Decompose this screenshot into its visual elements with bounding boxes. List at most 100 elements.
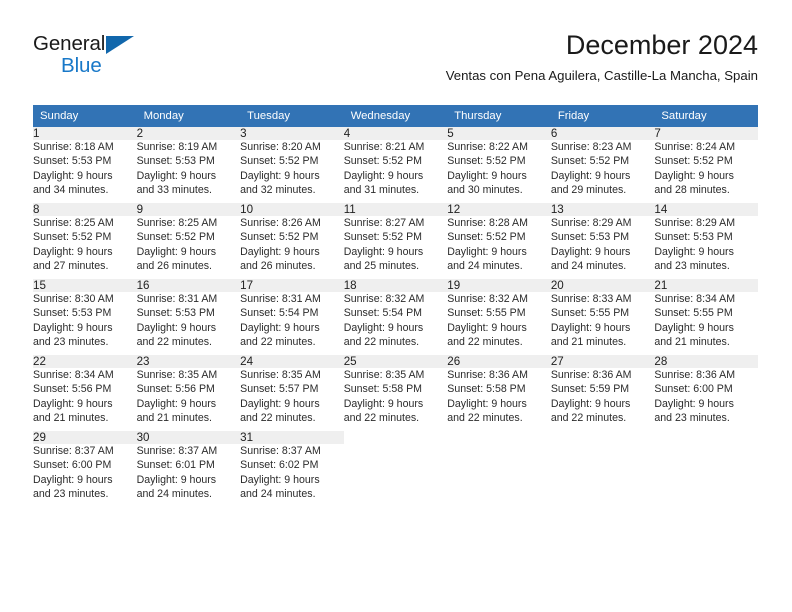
day-number[interactable]: 14 [654, 203, 758, 216]
day-number[interactable]: 13 [550, 203, 655, 216]
daylight-text-line2: and 22 minutes. [550, 411, 627, 424]
daylight-text-line2: and 23 minutes. [654, 259, 730, 272]
sunrise-text: Sunrise: 8:25 AM [33, 217, 114, 229]
day-number[interactable]: 16 [136, 279, 241, 292]
daylight-text-line1: Daylight: 9 hours [240, 321, 320, 334]
day-cell: Sunrise: 8:26 AM Sunset: 5:52 PM Daylight:… [240, 216, 344, 278]
sunset-text: Sunset: 5:52 PM [654, 155, 733, 168]
daylight-text-line1: Daylight: 9 hours [33, 397, 113, 410]
daylight-text-line2: and 22 minutes. [343, 411, 420, 424]
sunrise-text: Sunrise: 8:35 AM [240, 369, 321, 381]
daylight-text-line1: Daylight: 9 hours [136, 245, 217, 258]
sunset-text: Sunset: 5:52 PM [343, 155, 423, 168]
sunset-text: Sunset: 5:52 PM [33, 231, 112, 244]
sunrise-text: Sunrise: 8:36 AM [447, 369, 528, 381]
sunrise-text: Sunrise: 8:24 AM [654, 141, 736, 153]
day-number[interactable]: 6 [550, 127, 655, 140]
day-number[interactable]: 5 [447, 127, 551, 140]
day-number[interactable]: 26 [447, 355, 551, 368]
day-number[interactable]: 20 [550, 279, 655, 292]
daylight-text-line1: Daylight: 9 hours [447, 397, 527, 410]
daylight-text-line2: and 26 minutes. [240, 259, 316, 272]
day-number[interactable]: 31 [240, 431, 344, 444]
day-number[interactable]: 28 [654, 355, 758, 368]
sunset-text: Sunset: 6:00 PM [33, 459, 112, 472]
day-number[interactable]: 1 [33, 127, 137, 140]
sunset-text: Sunset: 5:52 PM [240, 155, 319, 168]
daylight-text-line1: Daylight: 9 hours [343, 397, 424, 410]
sunrise-text: Sunrise: 8:31 AM [136, 293, 218, 305]
brand-name-general: General [33, 32, 106, 55]
sunset-text: Sunset: 5:53 PM [136, 155, 215, 168]
sunset-text: Sunset: 5:52 PM [447, 231, 526, 244]
daylight-text-line1: Daylight: 9 hours [343, 321, 424, 334]
day-number[interactable]: 3 [240, 127, 344, 140]
daylight-text-line2: and 22 minutes. [240, 411, 316, 424]
triangle-logo-icon [106, 36, 134, 54]
day-cell: Sunrise: 8:31 AM Sunset: 5:54 PM Daylight:… [240, 292, 344, 354]
location-subtitle: Ventas con Pena Aguilera, Castille-La Ma… [445, 68, 758, 83]
day-number[interactable]: 23 [136, 355, 241, 368]
general-blue-logo[interactable]: General Blue [33, 32, 153, 84]
daylight-text-line2: and 30 minutes. [447, 183, 523, 196]
sunrise-text: Sunrise: 8:32 AM [447, 293, 528, 305]
day-number[interactable]: 30 [136, 431, 241, 444]
day-number[interactable]: 2 [136, 127, 241, 140]
daylight-text-line2: and 24 minutes. [447, 259, 523, 272]
day-number[interactable]: 29 [33, 431, 137, 444]
sunrise-text: Sunrise: 8:33 AM [550, 293, 632, 305]
daylight-text-line2: and 31 minutes. [343, 183, 420, 196]
day-number[interactable]: 17 [240, 279, 344, 292]
daylight-text-line1: Daylight: 9 hours [550, 321, 631, 334]
day-number[interactable]: 11 [343, 203, 448, 216]
day-cell: Sunrise: 8:35 AM Sunset: 5:56 PM Daylight:… [137, 368, 241, 430]
daylight-text-line2: and 22 minutes. [447, 335, 523, 348]
daylight-text-line2: and 33 minutes. [136, 183, 212, 196]
sunset-text: Sunset: 6:02 PM [240, 459, 319, 472]
day-number[interactable]: 10 [240, 203, 344, 216]
daylight-text-line2: and 24 minutes. [240, 487, 316, 500]
day-number[interactable]: 18 [343, 279, 448, 292]
day-detail-row: Sunrise: 8:25 AM Sunset: 5:52 PM Daylight:… [33, 216, 758, 278]
day-number[interactable]: 12 [447, 203, 551, 216]
sunset-text: Sunset: 6:00 PM [654, 383, 733, 396]
daylight-text-line2: and 24 minutes. [136, 487, 212, 500]
sunrise-text: Sunrise: 8:37 AM [240, 445, 321, 457]
sunset-text: Sunset: 5:52 PM [343, 231, 423, 244]
sunrise-text: Sunrise: 8:29 AM [654, 217, 736, 229]
daylight-text-line1: Daylight: 9 hours [240, 245, 320, 258]
day-number[interactable]: 24 [240, 355, 344, 368]
day-number[interactable]: 19 [447, 279, 551, 292]
daylight-text-line2: and 22 minutes. [343, 335, 420, 348]
daylight-text-line2: and 21 minutes. [654, 335, 730, 348]
sunrise-text: Sunrise: 8:28 AM [447, 217, 528, 229]
day-number[interactable]: 21 [654, 279, 758, 292]
sunset-text: Sunset: 6:01 PM [136, 459, 215, 472]
day-detail-row: Sunrise: 8:34 AM Sunset: 5:56 PM Daylight:… [33, 368, 758, 430]
day-number[interactable]: 15 [33, 279, 137, 292]
day-cell: Sunrise: 8:29 AM Sunset: 5:53 PM Daylight:… [551, 216, 655, 278]
sunset-text: Sunset: 5:56 PM [33, 383, 112, 396]
calendar-page: General Blue December 2024 Ventas con Pe… [0, 0, 792, 612]
daylight-text-line1: Daylight: 9 hours [654, 397, 734, 410]
day-number[interactable]: 9 [136, 203, 241, 216]
day-number[interactable]: 27 [550, 355, 655, 368]
day-cell: Sunrise: 8:35 AM Sunset: 5:57 PM Daylight:… [240, 368, 344, 430]
sunset-text: Sunset: 5:52 PM [447, 155, 526, 168]
daylight-text-line2: and 22 minutes. [136, 335, 212, 348]
weekday-header-thursday: Thursday [447, 105, 551, 127]
day-number[interactable]: 7 [654, 127, 758, 140]
day-number[interactable]: 22 [33, 355, 137, 368]
daylight-text-line2: and 29 minutes. [550, 183, 627, 196]
daylight-text-line1: Daylight: 9 hours [136, 321, 217, 334]
sunrise-text: Sunrise: 8:32 AM [343, 293, 425, 305]
daylight-text-line2: and 21 minutes. [550, 335, 627, 348]
day-number-row: 1234567 [33, 127, 758, 140]
sunrise-text: Sunrise: 8:31 AM [240, 293, 321, 305]
daylight-text-line2: and 26 minutes. [136, 259, 212, 272]
day-number[interactable]: 4 [343, 127, 448, 140]
day-number-empty [654, 431, 758, 444]
day-number[interactable]: 8 [33, 203, 137, 216]
day-number[interactable]: 25 [343, 355, 448, 368]
sunset-text: Sunset: 5:55 PM [654, 307, 733, 320]
